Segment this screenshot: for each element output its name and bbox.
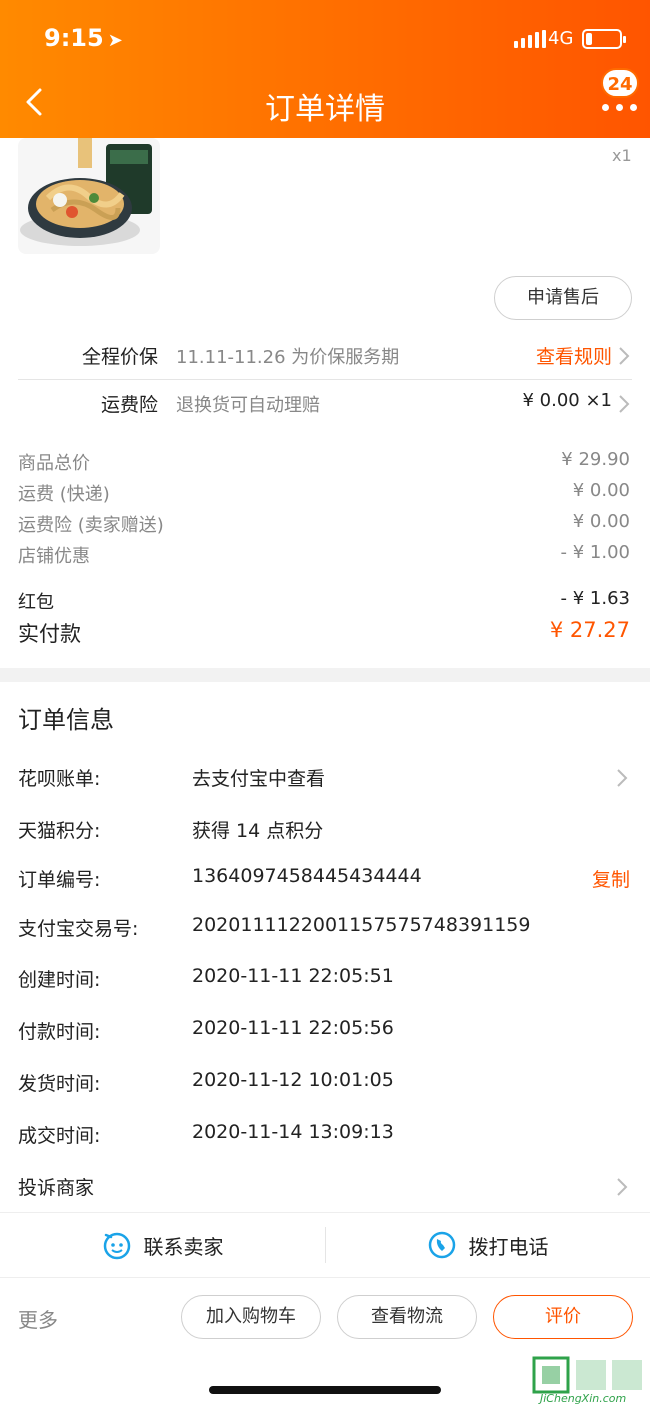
total-paid-row: 实付款 ¥ 27.27 (18, 616, 632, 646)
section-gap (0, 668, 650, 682)
complaint-label: 投诉商家 (18, 1177, 95, 1199)
product-image[interactable] (18, 138, 160, 254)
info-key: 付款时间: (18, 1021, 101, 1043)
signal-icon (514, 30, 546, 48)
page-title: 订单详情 (265, 92, 385, 127)
deal-time-row: 成交时间: 2020-11-14 13:09:13 (18, 1117, 632, 1153)
price-protection-row[interactable]: 全程价保 11.11-11.26 为价保服务期 查看规则 (18, 332, 632, 378)
add-to-cart-button[interactable]: 加入购物车 (181, 1295, 321, 1339)
battery-icon (582, 29, 626, 49)
header-bar: 9:15 ➤ 4G 订单详情 24 (0, 0, 650, 138)
order-info-title: 订单信息 (18, 706, 114, 734)
chevron-right-icon (617, 769, 628, 787)
info-value: 去支付宝中查看 (192, 768, 326, 790)
order-number: 1364097458445434444 (192, 865, 422, 887)
info-key: 发货时间: (18, 1073, 101, 1095)
shipping-insurance-row[interactable]: 运费险 退换货可自动理赔 ¥ 0.00 ×1 (18, 380, 632, 426)
price-label: 实付款 (18, 622, 81, 646)
price-label: 商品总价 (18, 453, 90, 474)
message-count-badge[interactable]: 24 (601, 68, 639, 98)
watermark-text: JiChengXin.com (540, 1392, 627, 1405)
service-desc: 11.11-11.26 为价保服务期 (176, 347, 400, 368)
price-row: 运费 (快递) ¥ 0.00 (18, 478, 632, 508)
order-number-row: 订单编号: 1364097458445434444 复制 (18, 861, 632, 897)
info-value: 2020-11-14 13:09:13 (192, 1121, 394, 1143)
service-label: 全程价保 (81, 346, 158, 368)
price-value: - ¥ 1.63 (560, 588, 630, 609)
info-value: 获得 14 点积分 (192, 820, 324, 842)
info-key: 支付宝交易号: (18, 918, 139, 940)
location-arrow-icon: ➤ (107, 30, 123, 51)
view-logistics-button[interactable]: 查看物流 (337, 1295, 477, 1339)
info-key: 创建时间: (18, 969, 101, 991)
chevron-right-icon (619, 347, 630, 365)
info-key: 成交时间: (18, 1125, 101, 1147)
info-value: 2020-11-11 22:05:56 (192, 1017, 394, 1039)
call-phone-button[interactable]: 拨打电话 (325, 1213, 650, 1277)
price-value: - ¥ 1.00 (560, 542, 630, 563)
chat-face-icon (103, 1232, 130, 1260)
call-phone-label: 拨打电话 (468, 1234, 549, 1259)
price-row: 运费险 (卖家赠送) ¥ 0.00 (18, 509, 632, 539)
info-value: 2020111122001157575748391159 (192, 914, 531, 936)
more-link[interactable]: 更多 (18, 1304, 58, 1333)
status-time: 9:15 ➤ (44, 24, 123, 52)
contact-bar: 联系卖家 拨打电话 (0, 1212, 650, 1278)
price-row: 店铺优惠 - ¥ 1.00 (18, 540, 632, 570)
total-paid-value: ¥ 27.27 (549, 618, 630, 642)
copy-button[interactable]: 复制 (592, 865, 630, 892)
phone-icon (428, 1231, 455, 1259)
contact-seller-label: 联系卖家 (143, 1234, 224, 1259)
price-label: 红包 (18, 592, 54, 613)
review-button[interactable]: 评价 (493, 1295, 633, 1339)
price-row: 商品总价 ¥ 29.90 (18, 447, 632, 477)
network-type: 4G (548, 28, 574, 49)
info-key: 花呗账单: (18, 768, 101, 790)
info-value: 2020-11-12 10:01:05 (192, 1069, 394, 1091)
chevron-right-icon (617, 1178, 628, 1196)
price-label: 店铺优惠 (18, 546, 90, 567)
chevron-right-icon (619, 395, 630, 413)
more-dots-icon[interactable] (602, 104, 637, 111)
product-quantity: x1 (612, 146, 632, 165)
paid-time-row: 付款时间: 2020-11-11 22:05:56 (18, 1013, 632, 1049)
view-rules-link[interactable]: 查看规则 (536, 342, 612, 369)
price-label: 运费 (快递) (18, 484, 110, 505)
price-value: ¥ 29.90 (561, 449, 630, 470)
huabei-bill-row[interactable]: 花呗账单: 去支付宝中查看 (18, 760, 632, 796)
service-label: 运费险 (100, 394, 158, 416)
after-sale-button[interactable]: 申请售后 (494, 276, 632, 320)
info-key: 天猫积分: (18, 820, 101, 842)
created-time-row: 创建时间: 2020-11-11 22:05:51 (18, 961, 632, 997)
complaint-row[interactable]: 投诉商家 (18, 1169, 632, 1205)
price-value: ¥ 0.00 (572, 480, 630, 501)
insurance-price: ¥ 0.00 ×1 (522, 390, 612, 411)
alipay-trade-row: 支付宝交易号: 2020111122001157575748391159 (18, 910, 632, 946)
contact-seller-button[interactable]: 联系卖家 (0, 1213, 325, 1277)
price-row: 红包 - ¥ 1.63 (18, 586, 632, 616)
shipped-time-row: 发货时间: 2020-11-12 10:01:05 (18, 1065, 632, 1101)
tmall-points-row: 天猫积分: 获得 14 点积分 (18, 812, 632, 848)
price-value: ¥ 0.00 (572, 511, 630, 532)
info-value: 2020-11-11 22:05:51 (192, 965, 394, 987)
service-desc: 退换货可自动理赔 (176, 395, 320, 416)
home-indicator (209, 1386, 441, 1394)
price-label: 运费险 (卖家赠送) (18, 515, 164, 536)
info-key: 订单编号: (18, 869, 101, 891)
